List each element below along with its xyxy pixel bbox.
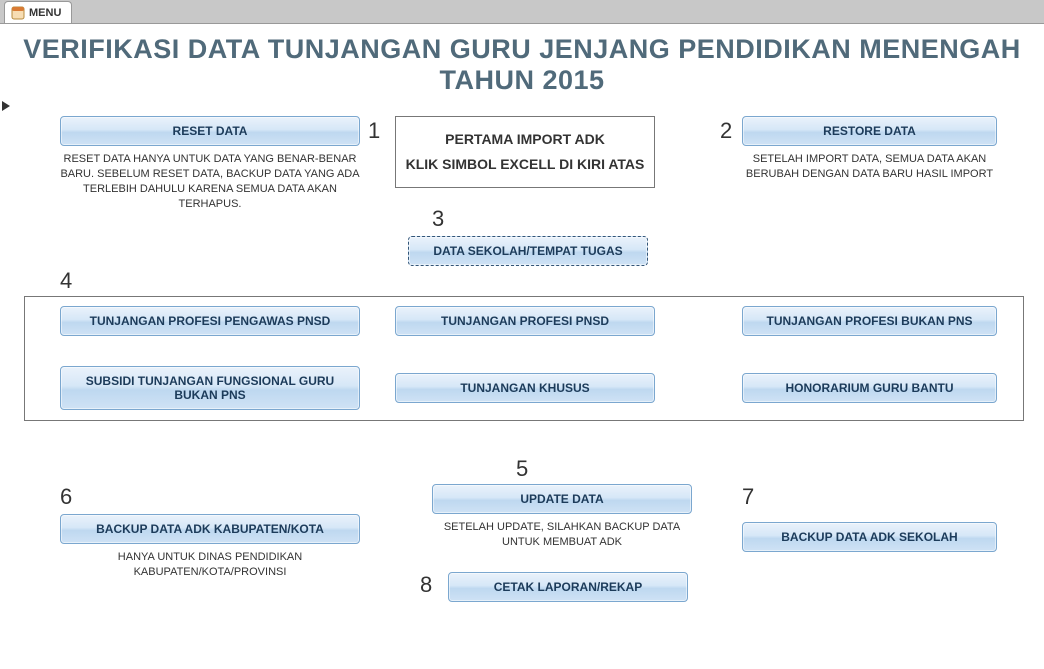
form-icon: [11, 6, 25, 20]
step-6-number: 6: [60, 484, 72, 510]
title-line-2: TAHUN 2015: [0, 65, 1044, 96]
update-data-button[interactable]: UPDATE DATA: [432, 484, 692, 514]
import-line-1: PERTAMA IMPORT ADK: [402, 127, 648, 152]
cetak-laporan-button[interactable]: CETAK LAPORAN/REKAP: [448, 572, 688, 602]
tab-strip: MENU: [0, 0, 1044, 24]
step-7-number: 7: [742, 484, 754, 510]
restore-data-button[interactable]: RESTORE DATA: [742, 116, 997, 146]
tab-label: MENU: [29, 7, 61, 19]
tunjangan-khusus-button[interactable]: TUNJANGAN KHUSUS: [395, 373, 655, 403]
step-2-number: 2: [720, 118, 732, 144]
backup-sekolah-button[interactable]: BACKUP DATA ADK SEKOLAH: [742, 522, 997, 552]
step-3-number: 3: [432, 206, 444, 232]
tab-menu[interactable]: MENU: [4, 1, 72, 23]
tunj-profesi-pengawas-button[interactable]: TUNJANGAN PROFESI PENGAWAS PNSD: [60, 306, 360, 336]
honorarium-guru-bantu-button[interactable]: HONORARIUM GURU BANTU: [742, 373, 997, 403]
reset-data-desc: RESET DATA HANYA UNTUK DATA YANG BENAR-B…: [60, 152, 360, 211]
record-selector-icon[interactable]: [0, 100, 12, 112]
title-line-1: VERIFIKASI DATA TUNJANGAN GURU JENJANG P…: [0, 34, 1044, 65]
import-line-2: KLIK SIMBOL EXCELL DI KIRI ATAS: [402, 152, 648, 177]
subsidi-tunj-fungsional-button[interactable]: SUBSIDI TUNJANGAN FUNGSIONAL GURU BUKAN …: [60, 366, 360, 410]
step-8-number: 8: [420, 572, 432, 598]
import-instructions: PERTAMA IMPORT ADK KLIK SIMBOL EXCELL DI…: [395, 116, 655, 188]
form-surface: VERIFIKASI DATA TUNJANGAN GURU JENJANG P…: [0, 24, 1044, 669]
step-5-number: 5: [516, 456, 528, 482]
tunj-profesi-bukan-pns-button[interactable]: TUNJANGAN PROFESI BUKAN PNS: [742, 306, 997, 336]
step-1-number: 1: [368, 118, 380, 144]
update-data-desc: SETELAH UPDATE, SILAHKAN BACKUP DATA UNT…: [432, 520, 692, 550]
page-title: VERIFIKASI DATA TUNJANGAN GURU JENJANG P…: [0, 24, 1044, 96]
step-4-number: 4: [60, 268, 72, 294]
backup-kab-button[interactable]: BACKUP DATA ADK KABUPATEN/KOTA: [60, 514, 360, 544]
reset-data-button[interactable]: RESET DATA: [60, 116, 360, 146]
backup-kab-desc: HANYA UNTUK DINAS PENDIDIKAN KABUPATEN/K…: [60, 550, 360, 580]
restore-data-desc: SETELAH IMPORT DATA, SEMUA DATA AKAN BER…: [742, 152, 997, 182]
tunj-profesi-pnsd-button[interactable]: TUNJANGAN PROFESI PNSD: [395, 306, 655, 336]
data-sekolah-button[interactable]: DATA SEKOLAH/TEMPAT TUGAS: [408, 236, 648, 266]
